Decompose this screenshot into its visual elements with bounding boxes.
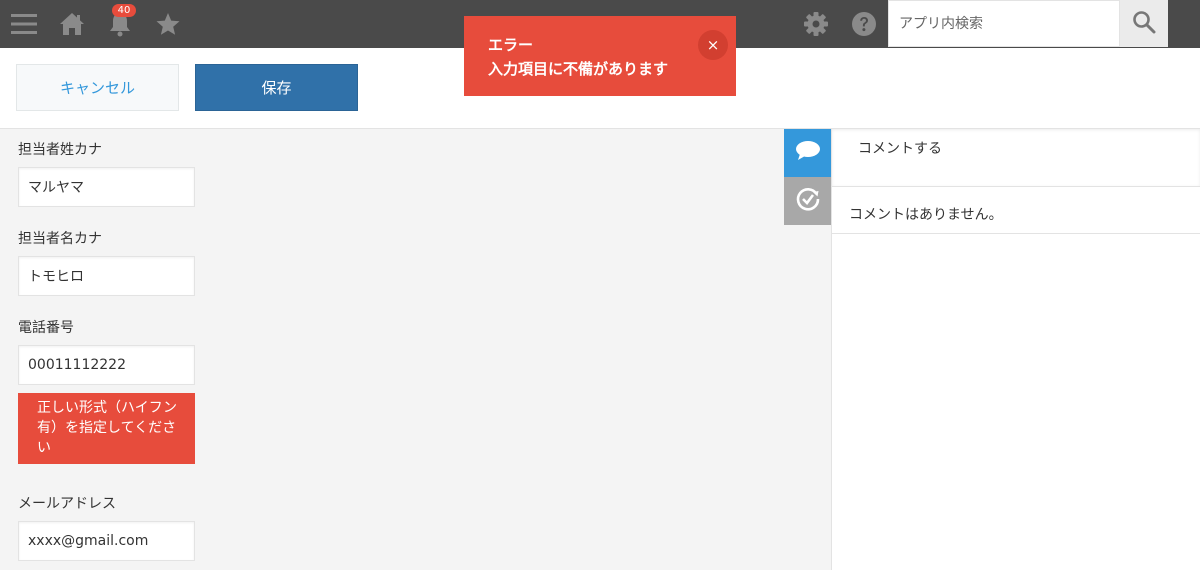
error-title: エラー xyxy=(488,36,534,54)
star-icon[interactable] xyxy=(152,0,184,48)
search-icon xyxy=(1132,10,1156,38)
notification-count-badge: 40 xyxy=(112,4,136,17)
field-label-email: メールアドレス xyxy=(18,496,116,512)
gear-icon[interactable] xyxy=(800,0,832,48)
phone-number-field[interactable] xyxy=(18,345,195,385)
last-name-kana-field[interactable] xyxy=(18,167,195,207)
first-name-kana-field[interactable] xyxy=(18,256,195,296)
comment-panel: コメントする コメントはありません。 xyxy=(831,129,1200,570)
error-notification: エラー 入力項目に不備があります × xyxy=(464,16,736,96)
help-icon[interactable] xyxy=(848,0,880,48)
search-box xyxy=(888,0,1120,47)
phone-error-message: 正しい形式（ハイフン有）を指定してください xyxy=(18,393,195,464)
side-panel-tabs xyxy=(784,129,832,570)
close-icon[interactable]: × xyxy=(698,30,728,60)
home-icon[interactable] xyxy=(56,0,88,48)
error-message: 入力項目に不備があります xyxy=(488,60,669,78)
record-form: 担当者姓カナ 担当者名カナ 電話番号 正しい形式（ハイフン有）を指定してください… xyxy=(0,129,784,570)
field-label-first-name-kana: 担当者名カナ xyxy=(18,231,102,247)
search-button[interactable] xyxy=(1120,0,1168,47)
search-input[interactable] xyxy=(889,1,1119,46)
history-icon xyxy=(795,186,821,216)
save-button[interactable]: 保存 xyxy=(195,64,358,111)
tab-history[interactable] xyxy=(784,177,832,225)
comment-input[interactable]: コメントする xyxy=(832,129,1200,187)
tab-comments[interactable] xyxy=(784,129,832,177)
comment-icon xyxy=(795,140,821,166)
menu-icon[interactable] xyxy=(8,0,40,48)
field-label-last-name-kana: 担当者姓カナ xyxy=(18,142,102,158)
no-comments-text: コメントはありません。 xyxy=(832,188,1200,234)
email-field[interactable] xyxy=(18,521,195,561)
cancel-button[interactable]: キャンセル xyxy=(16,64,179,111)
field-label-phone: 電話番号 xyxy=(18,320,74,336)
